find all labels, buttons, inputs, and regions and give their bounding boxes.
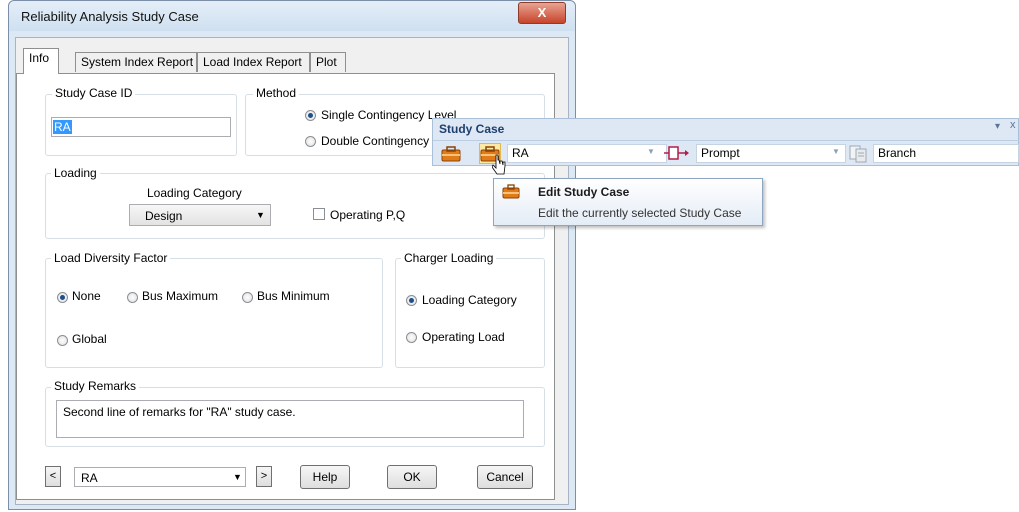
cancel-button[interactable]: Cancel (477, 465, 533, 489)
close-button[interactable]: X (518, 2, 566, 24)
study-case-toolbar: Study Case ▾ x RA ▼ Prompt ▼ Branch (432, 118, 1019, 166)
loading-label: Loading (51, 166, 100, 180)
study-case-id-input[interactable]: RA (51, 117, 231, 137)
next-case-button[interactable]: > (256, 466, 272, 487)
study-remarks-label: Study Remarks (51, 379, 140, 393)
tooltip-description: Edit the currently selected Study Case (538, 206, 742, 220)
chevron-down-icon[interactable]: ▼ (647, 147, 655, 156)
tab-info[interactable]: Info (23, 48, 59, 74)
chevron-down-icon[interactable]: ▼ (832, 147, 840, 156)
charger-operating-load-radio[interactable] (406, 332, 417, 343)
single-contingency-radio[interactable] (305, 110, 316, 121)
study-remarks-textarea[interactable]: Second line of remarks for "RA" study ca… (56, 400, 524, 438)
diversity-none-label: None (72, 289, 101, 303)
report-view-icon[interactable] (848, 143, 870, 164)
dialog-title: Reliability Analysis Study Case (21, 9, 199, 24)
study-case-id-value: RA (53, 120, 72, 134)
tab-load-index-report[interactable]: Load Index Report (197, 52, 310, 72)
charger-operating-load-label: Operating Load (422, 330, 505, 344)
diversity-global-radio[interactable] (57, 335, 68, 346)
diversity-bus-minimum-label: Bus Minimum (257, 289, 330, 303)
charger-loading-category-label: Loading Category (422, 293, 517, 307)
diversity-none-radio[interactable] (57, 292, 68, 303)
tooltip-title: Edit Study Case (538, 185, 630, 199)
loading-category-value: Design (145, 209, 183, 223)
load-diversity-label: Load Diversity Factor (51, 251, 171, 265)
chevron-down-icon: ▼ (233, 472, 242, 482)
output-report-icon[interactable] (663, 143, 689, 164)
study-remarks-text: Second line of remarks for "RA" study ca… (63, 405, 296, 419)
load-diversity-group (45, 258, 383, 368)
view-select-value: Branch (878, 146, 917, 160)
help-button[interactable]: Help (300, 465, 350, 489)
study-case-select-value: RA (512, 146, 529, 160)
double-contingency-label: Double Contingency (321, 134, 430, 148)
edit-study-case-tooltip: Edit Study Case Edit the currently selec… (493, 178, 763, 226)
charger-loading-label: Charger Loading (401, 251, 497, 265)
charger-loading-category-radio[interactable] (406, 295, 417, 306)
tab-plot[interactable]: Plot (310, 52, 346, 72)
view-select[interactable]: Branch (873, 144, 1019, 163)
diversity-global-label: Global (72, 332, 107, 346)
loading-category-label: Loading Category (147, 186, 242, 200)
study-case-select[interactable]: RA (507, 144, 667, 163)
mouse-pointer-icon (491, 154, 506, 179)
study-case-editor-icon[interactable] (440, 143, 462, 164)
case-select[interactable]: RA ▼ (74, 467, 246, 487)
method-label: Method (253, 86, 300, 100)
ok-button[interactable]: OK (387, 465, 437, 489)
toolbar-close-icon[interactable]: x (1010, 119, 1016, 131)
tab-system-index-report[interactable]: System Index Report (75, 52, 197, 72)
output-report-select[interactable]: Prompt (696, 144, 846, 163)
double-contingency-radio[interactable] (305, 136, 316, 147)
output-report-select-value: Prompt (701, 146, 740, 160)
study-case-id-label: Study Case ID (52, 86, 136, 100)
toolbar-divider (433, 140, 1019, 141)
operating-pq-checkbox[interactable] (313, 208, 325, 220)
charger-loading-group (395, 258, 545, 368)
case-select-value: RA (81, 471, 98, 485)
loading-group (45, 173, 545, 239)
dialog-titlebar[interactable]: Reliability Analysis Study Case X (9, 1, 575, 31)
diversity-bus-maximum-radio[interactable] (127, 292, 138, 303)
chevron-down-icon: ▼ (256, 210, 265, 220)
previous-case-button[interactable]: < (45, 466, 61, 487)
diversity-bus-maximum-label: Bus Maximum (142, 289, 219, 303)
briefcase-icon (502, 184, 520, 202)
loading-category-select[interactable]: Design ▼ (129, 204, 271, 226)
diversity-bus-minimum-radio[interactable] (242, 292, 253, 303)
toolbar-title[interactable]: Study Case (439, 122, 504, 136)
operating-pq-label: Operating P,Q (330, 208, 406, 222)
toolbar-pin-icon[interactable]: ▾ (995, 121, 1000, 132)
